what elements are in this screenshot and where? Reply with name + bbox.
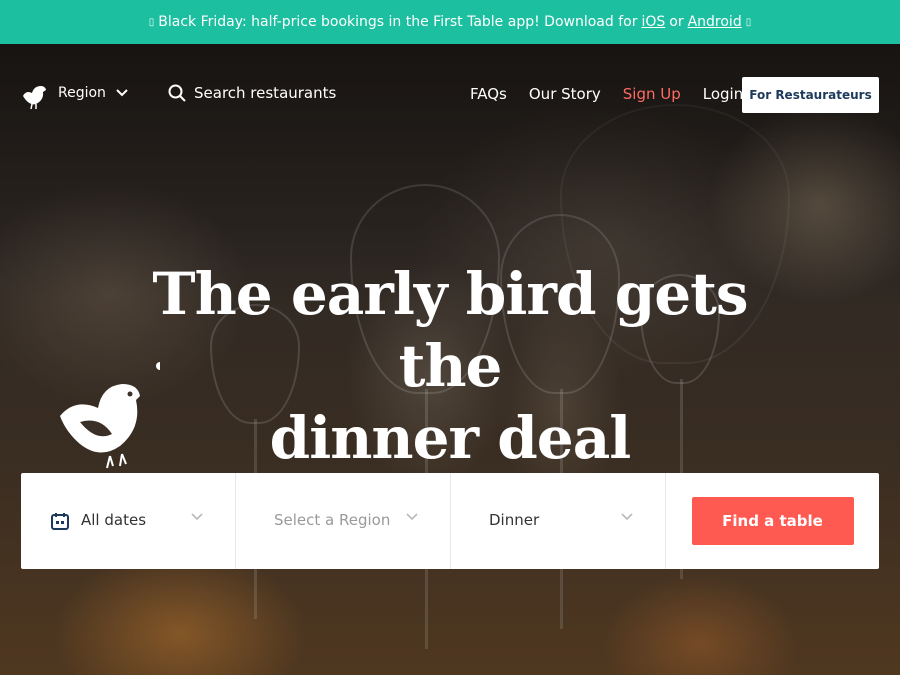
chevron-down-icon	[406, 513, 418, 521]
meal-value: Dinner	[489, 511, 540, 529]
date-select[interactable]: All dates	[21, 473, 236, 569]
bird-illustration-icon	[60, 362, 160, 469]
promo-or-text: or	[669, 14, 684, 30]
promo-right-icon: ▯	[745, 16, 752, 28]
promo-banner: ▯ Black Friday: half-price bookings in t…	[0, 0, 900, 44]
ios-link[interactable]: iOS	[641, 14, 665, 30]
chevron-down-icon	[191, 513, 203, 521]
nav-link-faqs[interactable]: FAQs	[470, 85, 507, 103]
region-select[interactable]: Select a Region	[236, 473, 451, 569]
nav-link-login[interactable]: Login	[703, 85, 743, 103]
meal-select[interactable]: Dinner	[451, 473, 666, 569]
headline-line-2: dinner deal	[269, 404, 632, 472]
search-box[interactable]	[168, 84, 394, 102]
find-a-table-button[interactable]: Find a table	[691, 497, 854, 545]
date-value: All dates	[81, 511, 147, 529]
booking-search-bar: All dates Select a Region Dinner Find a …	[21, 473, 879, 569]
top-nav: Region FAQs Our Story Sign Up Login For …	[0, 44, 900, 146]
headline-line-1: The early bird gets the	[152, 260, 748, 400]
chevron-down-icon	[621, 513, 633, 521]
bird-icon[interactable]	[20, 82, 48, 110]
calendar-icon	[51, 513, 69, 530]
search-input[interactable]	[194, 84, 394, 102]
for-restaurateurs-button[interactable]: For Restaurateurs	[742, 77, 879, 113]
region-placeholder: Select a Region	[274, 511, 391, 529]
chevron-down-icon	[116, 89, 128, 97]
region-label: Region	[58, 85, 106, 101]
promo-text: Black Friday: half-price bookings in the…	[158, 14, 638, 30]
nav-link-sign-up[interactable]: Sign Up	[623, 85, 681, 103]
find-button-wrap: Find a table	[666, 473, 879, 569]
search-icon	[168, 84, 186, 102]
nav-links: FAQs Our Story Sign Up Login	[470, 85, 743, 103]
nav-link-our-story[interactable]: Our Story	[529, 85, 601, 103]
region-dropdown[interactable]: Region	[58, 85, 128, 101]
android-link[interactable]: Android	[688, 14, 742, 30]
promo-left-icon: ▯	[148, 16, 155, 28]
hero-headline: The early bird gets the dinner deal	[100, 258, 800, 474]
